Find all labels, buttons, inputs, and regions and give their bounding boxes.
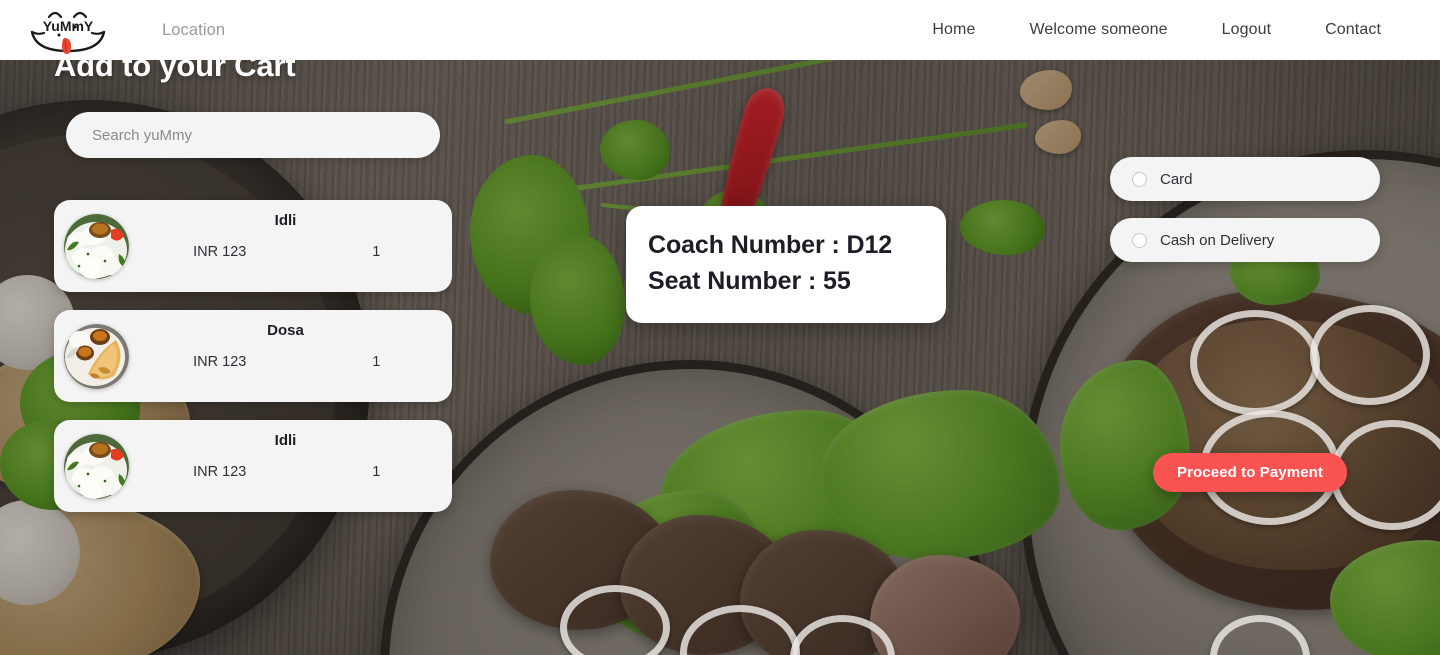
- cart-item-row: INR 123 1: [129, 354, 442, 370]
- dosa-thumbnail-icon: [64, 323, 129, 389]
- coach-number-text: Coach Number : D12: [648, 231, 893, 259]
- payment-option-label: Card: [1160, 170, 1193, 188]
- cart-item-details: Idli INR 123 1: [129, 200, 442, 292]
- nav-link-welcome[interactable]: Welcome someone: [1002, 21, 1194, 39]
- coach-seat-info-card: Coach Number : D12 Seat Number : 55: [626, 206, 946, 323]
- search-input[interactable]: [66, 112, 440, 158]
- nav-link-logout[interactable]: Logout: [1195, 21, 1299, 39]
- payment-option-cash-on-delivery[interactable]: Cash on Delivery: [1110, 218, 1380, 262]
- radio-button-icon[interactable]: [1132, 171, 1147, 187]
- svg-text:YuMmY: YuMmY: [43, 18, 94, 34]
- cart-item[interactable]: Idli INR 123 1: [54, 420, 452, 512]
- cart-item-price: INR 123: [193, 464, 247, 480]
- proceed-to-payment-button[interactable]: Proceed to Payment: [1153, 453, 1348, 492]
- cart-item-quantity[interactable]: 1: [311, 244, 442, 260]
- idli-thumbnail-icon: [64, 213, 129, 279]
- cart-item-name: Dosa: [267, 322, 304, 339]
- cart-item-quantity[interactable]: 1: [311, 354, 442, 370]
- cart-item-row: INR 123 1: [129, 464, 442, 480]
- top-navbar: YuMmY Location Home Welcome someone Logo…: [0, 0, 1440, 60]
- nav-link-contact[interactable]: Contact: [1298, 21, 1408, 39]
- nav-link-home[interactable]: Home: [905, 21, 1002, 39]
- brand-logo[interactable]: YuMmY: [22, 4, 114, 56]
- primary-nav: Home Welcome someone Logout Contact: [905, 21, 1440, 39]
- cart-item-name: Idli: [274, 212, 297, 229]
- cart-item-quantity[interactable]: 1: [311, 464, 442, 480]
- cart-item-price: INR 123: [193, 354, 247, 370]
- location-label[interactable]: Location: [162, 21, 225, 40]
- radio-button-icon[interactable]: [1132, 232, 1147, 248]
- cart-item-list: Idli INR 123 1 Dosa INR 123 1 Idli INR 1…: [54, 200, 452, 512]
- cart-item-price: INR 123: [193, 244, 247, 260]
- payment-option-label: Cash on Delivery: [1160, 231, 1275, 249]
- payment-method-options: Card Cash on Delivery: [1110, 157, 1380, 262]
- page-content: Add to your Cart Search yuMmy Idli INR 1…: [0, 0, 1440, 655]
- seat-number-text: Seat Number : 55: [648, 266, 851, 295]
- cart-item-name: Idli: [274, 432, 297, 449]
- payment-option-card[interactable]: Card: [1110, 157, 1380, 201]
- cart-item-details: Idli INR 123 1: [129, 420, 442, 512]
- cart-item-row: INR 123 1: [129, 244, 442, 260]
- yummy-smiley-logo-icon: YuMmY: [30, 11, 106, 54]
- cart-item[interactable]: Dosa INR 123 1: [54, 310, 452, 402]
- cart-item[interactable]: Idli INR 123 1: [54, 200, 452, 292]
- cart-item-details: Dosa INR 123 1: [129, 310, 442, 402]
- idli-thumbnail-icon: [64, 433, 129, 499]
